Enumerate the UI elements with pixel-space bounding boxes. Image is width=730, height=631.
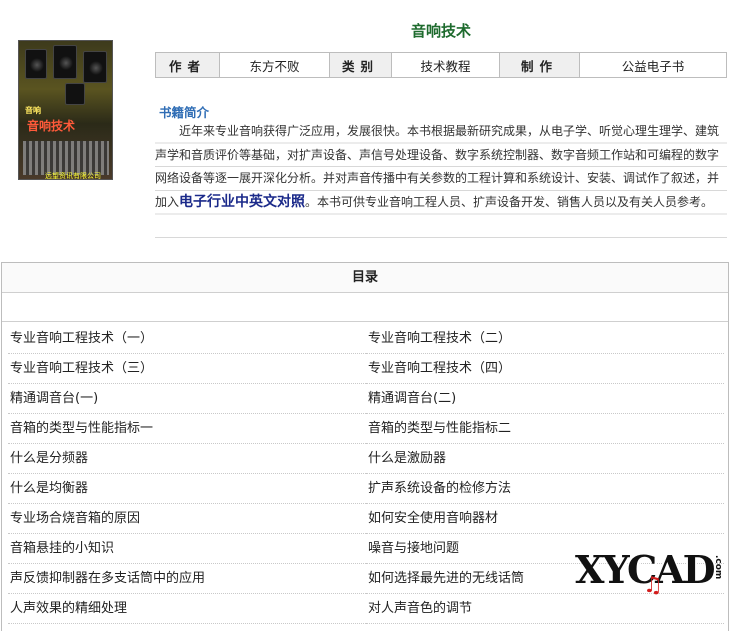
toc-row: 专业音响工程技术（三） 专业音响工程技术（四） <box>8 354 724 384</box>
music-note-icon: ♫ <box>643 573 663 598</box>
cover-speaker <box>83 51 107 83</box>
toc-link[interactable]: 什么是激励器 <box>366 444 724 474</box>
maker-value: 公益电子书 <box>579 52 727 78</box>
toc-row: 专业场合烧音箱的原因 如何安全使用音响器材 <box>8 504 724 534</box>
toc-link[interactable]: 什么是均衡器 <box>8 474 366 504</box>
toc-link[interactable]: 精通调音台(一) <box>8 384 366 414</box>
maker-label: 制作 <box>499 52 580 78</box>
toc-link[interactable]: 如何安全使用音响器材 <box>366 504 724 534</box>
toc-row: 什么是分频器 什么是激励器 <box>8 444 724 474</box>
page-title: 音响技术 <box>410 22 471 40</box>
book-cover-image: 音响 音响技术 远望资讯有限公司 <box>18 40 113 180</box>
toc-row: 音箱的类型与性能指标一 音箱的类型与性能指标二 <box>8 414 724 444</box>
book-meta-table: 作者 东方不败 类别 技术教程 制作 公益电子书 <box>155 52 727 78</box>
toc-link[interactable]: 什么是分频器 <box>8 444 366 474</box>
toc-blank-row <box>2 293 728 322</box>
cover-title-text: 音响技术 <box>27 119 76 133</box>
watermark-suffix: .com <box>713 555 723 580</box>
toc-heading: 目录 <box>2 263 728 293</box>
toc-link[interactable]: 人声效果的精细处理 <box>8 594 366 624</box>
toc-link[interactable]: 专业音响工程技术（四） <box>366 354 724 384</box>
cover-top-text: 音响 <box>25 106 41 115</box>
toc-link[interactable]: 精通调音台(二) <box>366 384 724 414</box>
toc-link[interactable]: 音箱的类型与性能指标二 <box>366 414 724 444</box>
cover-speaker <box>65 83 85 105</box>
cover-publisher: 远望资讯有限公司 <box>45 172 101 180</box>
xycad-watermark-logo: XYCAD ♫ .com <box>575 545 725 605</box>
category-value: 技术教程 <box>391 52 500 78</box>
toc-link[interactable]: 专业音响工程技术（二） <box>366 324 724 354</box>
toc-link[interactable]: 音箱的类型与性能指标一 <box>8 414 366 444</box>
intro-emphasis: 电子行业中英文对照 <box>179 193 306 210</box>
cover-mixer <box>23 141 109 175</box>
toc-link[interactable]: 声反馈抑制器在多支话筒中的应用 <box>8 564 366 594</box>
toc-row: 什么是均衡器 扩声系统设备的检修方法 <box>8 474 724 504</box>
intro-heading: 书籍简介 <box>159 105 210 120</box>
cover-speaker <box>25 49 47 79</box>
toc-row: 专业音响工程技术（一） 专业音响工程技术（二） <box>8 324 724 354</box>
toc-link[interactable]: 专业场合烧音箱的原因 <box>8 504 366 534</box>
toc-link[interactable]: 扩声系统设备的检修方法 <box>366 474 724 504</box>
category-label: 类别 <box>329 52 392 78</box>
toc-row: 精通调音台(一) 精通调音台(二) <box>8 384 724 414</box>
author-label: 作者 <box>155 52 220 78</box>
intro-text-after: 。本书可供专业音响工程人员、扩声设备开发、销售人员以及有关人员参考。 <box>305 194 714 209</box>
author-value: 东方不败 <box>219 52 330 78</box>
toc-link[interactable]: 专业音响工程技术（一） <box>8 324 366 354</box>
intro-paragraph: 近年来专业音响获得广泛应用，发展很快。本书根据最新研究成果，从电子学、听觉心理生… <box>155 120 727 214</box>
toc-link[interactable]: 专业音响工程技术（三） <box>8 354 366 384</box>
toc-link[interactable]: 音箱悬挂的小知识 <box>8 534 366 564</box>
cover-speaker <box>53 45 77 79</box>
